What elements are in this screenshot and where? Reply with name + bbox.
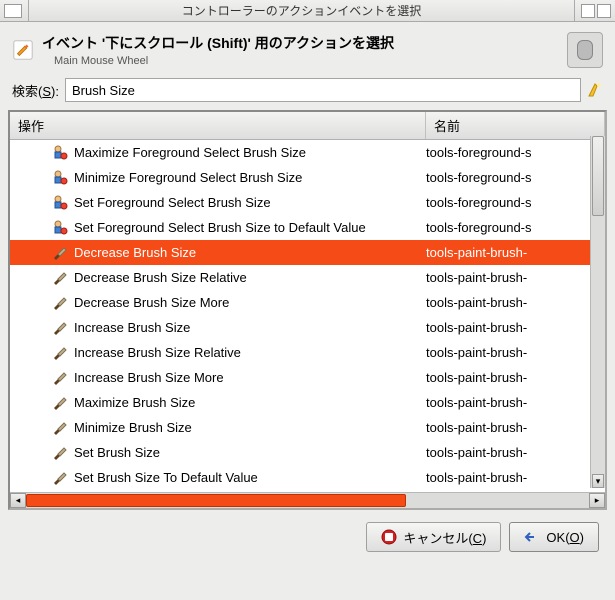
row-action-label: Maximize Brush Size xyxy=(74,395,426,410)
paintbrush-icon xyxy=(52,344,68,360)
paintbrush-icon xyxy=(52,319,68,335)
row-action-label: Increase Brush Size Relative xyxy=(74,345,426,360)
table-row[interactable]: Set Brush Size To Default Valuetools-pai… xyxy=(10,465,605,490)
titlebar-button-2[interactable] xyxy=(597,4,611,18)
column-header-action[interactable]: 操作 xyxy=(10,112,426,139)
paintbrush-icon xyxy=(52,419,68,435)
row-name-label: tools-paint-brush- xyxy=(426,470,605,485)
row-name-label: tools-paint-brush- xyxy=(426,345,605,360)
scrollbar-thumb[interactable] xyxy=(592,136,604,216)
paintbrush-icon xyxy=(52,444,68,460)
table-row[interactable]: Decrease Brush Size Moretools-paint-brus… xyxy=(10,290,605,315)
paintbrush-icon xyxy=(52,294,68,310)
row-action-label: Increase Brush Size More xyxy=(74,370,426,385)
row-name-label: tools-foreground-s xyxy=(426,195,605,210)
foreground-select-icon xyxy=(52,169,68,185)
row-name-label: tools-foreground-s xyxy=(426,145,605,160)
table-row[interactable]: Decrease Brush Sizetools-paint-brush- xyxy=(10,240,605,265)
vertical-scrollbar[interactable]: ▾ xyxy=(590,136,605,488)
dialog-title: イベント '下にスクロール (Shift)' 用のアクションを選択 xyxy=(42,33,559,53)
action-table: 操作 名前 Maximize Foreground Select Brush S… xyxy=(8,110,607,510)
row-action-label: Maximize Foreground Select Brush Size xyxy=(74,145,426,160)
table-row[interactable]: Maximize Foreground Select Brush Sizetoo… xyxy=(10,140,605,165)
row-name-label: tools-paint-brush- xyxy=(426,295,605,310)
search-input[interactable] xyxy=(65,78,581,102)
scroll-left-arrow[interactable]: ◂ xyxy=(10,493,26,508)
foreground-select-icon xyxy=(52,144,68,160)
table-row[interactable]: Maximize Brush Sizetools-paint-brush- xyxy=(10,390,605,415)
row-name-label: tools-paint-brush- xyxy=(426,395,605,410)
paintbrush-icon xyxy=(52,369,68,385)
row-action-label: Decrease Brush Size xyxy=(74,245,426,260)
row-name-label: tools-paint-brush- xyxy=(426,270,605,285)
row-action-label: Decrease Brush Size Relative xyxy=(74,270,426,285)
row-name-label: tools-paint-brush- xyxy=(426,370,605,385)
titlebar-menu-icon[interactable] xyxy=(4,4,22,18)
edit-icon xyxy=(12,39,34,61)
row-action-label: Set Foreground Select Brush Size xyxy=(74,195,426,210)
table-row[interactable]: Set Foreground Select Brush Size to Defa… xyxy=(10,215,605,240)
table-row[interactable]: Minimize Brush Sizetools-paint-brush- xyxy=(10,415,605,440)
paintbrush-icon xyxy=(52,244,68,260)
window-titlebar: コントローラーのアクションイベントを選択 xyxy=(0,0,615,22)
dialog-subtitle: Main Mouse Wheel xyxy=(54,55,559,67)
column-header-name[interactable]: 名前 xyxy=(426,112,605,139)
foreground-select-icon xyxy=(52,194,68,210)
row-action-label: Set Brush Size xyxy=(74,445,426,460)
table-row[interactable]: Decrease Brush Size Relativetools-paint-… xyxy=(10,265,605,290)
window-title: コントローラーのアクションイベントを選択 xyxy=(28,0,575,21)
table-row[interactable]: Increase Brush Size Relativetools-paint-… xyxy=(10,340,605,365)
titlebar-button-1[interactable] xyxy=(581,4,595,18)
dialog-header: イベント '下にスクロール (Shift)' 用のアクションを選択 Main M… xyxy=(8,28,607,74)
row-name-label: tools-paint-brush- xyxy=(426,445,605,460)
hscrollbar-thumb[interactable] xyxy=(26,494,406,507)
scroll-down-arrow[interactable]: ▾ xyxy=(592,474,604,488)
mouse-device-icon xyxy=(567,32,603,68)
table-row[interactable]: Set Brush Sizetools-paint-brush- xyxy=(10,440,605,465)
row-name-label: tools-paint-brush- xyxy=(426,245,605,260)
row-action-label: Decrease Brush Size More xyxy=(74,295,426,310)
ok-icon xyxy=(524,529,540,545)
ok-button[interactable]: OK(O) xyxy=(509,522,599,552)
row-action-label: Minimize Brush Size xyxy=(74,420,426,435)
paintbrush-icon xyxy=(52,394,68,410)
foreground-select-icon xyxy=(52,219,68,235)
table-row[interactable]: Increase Brush Sizetools-paint-brush- xyxy=(10,315,605,340)
row-name-label: tools-paint-brush- xyxy=(426,420,605,435)
scroll-right-arrow[interactable]: ▸ xyxy=(589,493,605,508)
clear-search-icon[interactable] xyxy=(587,82,603,98)
paintbrush-icon xyxy=(52,269,68,285)
row-name-label: tools-foreground-s xyxy=(426,170,605,185)
table-row[interactable]: Increase Brush Size Moretools-paint-brus… xyxy=(10,365,605,390)
cancel-icon xyxy=(381,529,397,545)
cancel-button[interactable]: キャンセル(C) xyxy=(366,522,501,552)
row-action-label: Increase Brush Size xyxy=(74,320,426,335)
table-row[interactable]: Set Foreground Select Brush Sizetools-fo… xyxy=(10,190,605,215)
row-action-label: Set Brush Size To Default Value xyxy=(74,470,426,485)
row-name-label: tools-paint-brush- xyxy=(426,320,605,335)
search-label: 検索(S): xyxy=(12,81,59,100)
horizontal-scrollbar[interactable]: ◂ ▸ xyxy=(10,492,605,508)
row-action-label: Minimize Foreground Select Brush Size xyxy=(74,170,426,185)
row-name-label: tools-foreground-s xyxy=(426,220,605,235)
table-row[interactable]: Minimize Foreground Select Brush Sizetoo… xyxy=(10,165,605,190)
row-action-label: Set Foreground Select Brush Size to Defa… xyxy=(74,220,426,235)
paintbrush-icon xyxy=(52,469,68,485)
